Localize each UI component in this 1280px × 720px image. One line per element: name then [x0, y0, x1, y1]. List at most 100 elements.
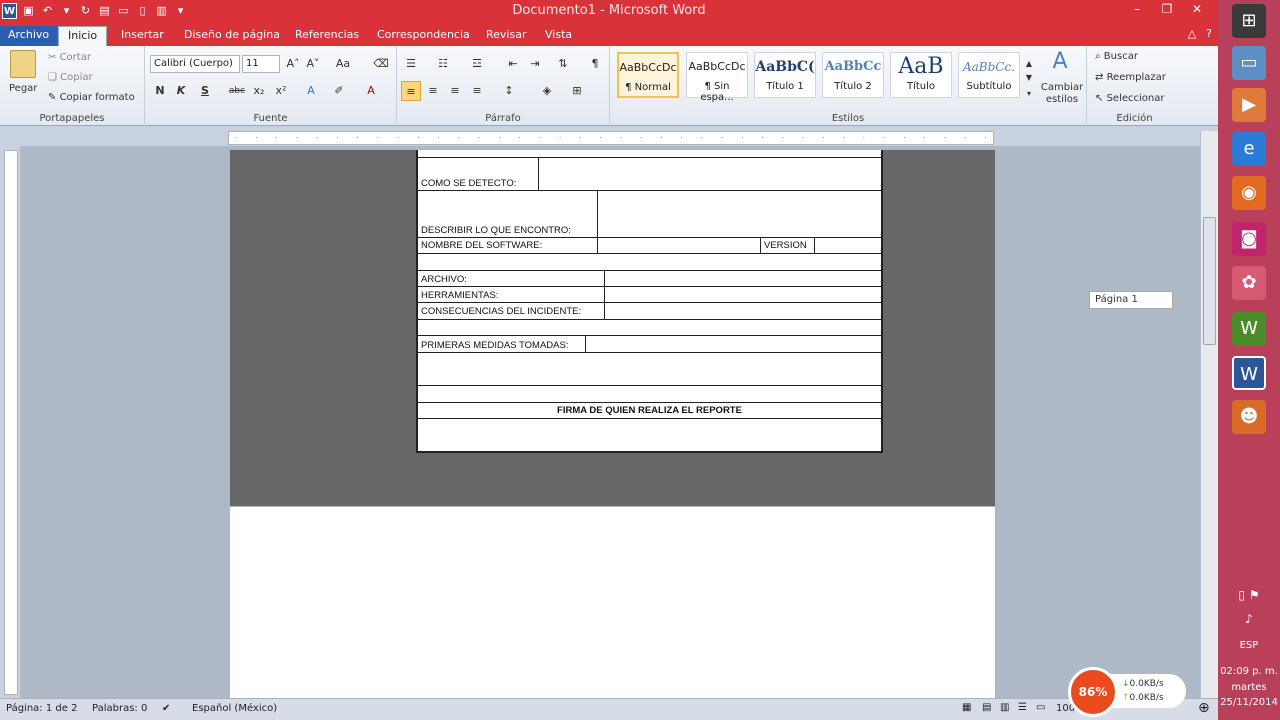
camera-app-icon[interactable]: ◙ [1232, 222, 1266, 256]
styles-more-icon[interactable]: ▾ [1022, 84, 1036, 104]
bullets-icon[interactable]: ☰ [401, 54, 421, 74]
format-painter-label: Copiar formato [59, 92, 135, 103]
tab-insertar[interactable]: Insertar [112, 26, 173, 46]
decrease-indent-icon[interactable]: ⇤ [503, 54, 523, 74]
tab-diseno-pagina[interactable]: Diseño de página [175, 26, 289, 46]
change-styles-icon[interactable]: A [1050, 51, 1070, 73]
highlight-icon[interactable]: ✐ [329, 81, 349, 101]
copy-button[interactable]: ❏ Copiar [48, 72, 93, 83]
ribbon-collapse-icon[interactable]: △ [1188, 27, 1196, 40]
page-2[interactable] [230, 507, 995, 698]
underline-button[interactable]: S [195, 81, 215, 101]
tab-inicio[interactable]: Inicio [58, 26, 108, 46]
clock-time[interactable]: 02:09 p. m. [1218, 666, 1280, 677]
font-color-icon[interactable]: A [361, 81, 381, 101]
style-subtitulo[interactable]: AaBbCc. Subtítulo [958, 52, 1020, 98]
tray-volume-icon[interactable]: ♪ [1218, 612, 1280, 626]
change-case-icon[interactable]: Aa [333, 54, 353, 74]
tab-vista[interactable]: Vista [536, 26, 581, 46]
justify-icon[interactable]: ≡ [467, 81, 487, 101]
close-icon[interactable]: ✕ [1182, 0, 1212, 20]
borders-icon[interactable]: ⊞ [567, 81, 587, 101]
wps-writer-icon[interactable]: W [1232, 312, 1266, 346]
windows-start-icon[interactable]: ⊞ [1232, 4, 1266, 38]
grow-font-icon[interactable]: A˄ [283, 54, 303, 74]
shrink-font-icon[interactable]: A˅ [303, 54, 323, 74]
italic-button[interactable]: K [171, 81, 191, 101]
draft-icon[interactable]: ▭ [1036, 702, 1045, 713]
change-styles-button[interactable]: Cambiar estilos [1040, 82, 1084, 106]
paste-icon[interactable] [10, 50, 36, 78]
firefox-icon[interactable]: ◉ [1232, 176, 1266, 210]
bold-button[interactable]: N [150, 81, 170, 101]
scrollbar-thumb[interactable] [1203, 217, 1216, 345]
strikethrough-button[interactable]: abc [227, 81, 247, 101]
superscript-icon[interactable]: x² [271, 81, 291, 101]
restore-icon[interactable]: ❐ [1152, 0, 1182, 20]
tray-icons[interactable]: ▯ ⚑ [1218, 588, 1280, 602]
style-sin-espaciado[interactable]: AaBbCcDc ¶ Sin espa... [686, 52, 748, 103]
download-speed-value: 0.0KB/s [1129, 679, 1164, 689]
replace-button[interactable]: ⇄ Reemplazar [1095, 72, 1166, 83]
game-app-icon[interactable]: ☻ [1232, 400, 1266, 434]
proofing-icon[interactable]: ✔ [162, 703, 170, 714]
align-right-icon[interactable]: ≡ [445, 81, 465, 101]
line-spacing-icon[interactable]: ↕ [499, 81, 519, 101]
shading-icon[interactable]: ◈ [537, 81, 557, 101]
memory-usage-badge[interactable]: 86% [1068, 667, 1118, 717]
font-family-select[interactable]: Calibri (Cuerpo) [150, 55, 240, 73]
word-taskbar-icon[interactable]: W [1232, 356, 1266, 390]
vertical-ruler[interactable] [4, 150, 18, 695]
text-effects-icon[interactable]: A [301, 81, 321, 101]
tab-archivo[interactable]: Archivo [0, 26, 58, 46]
upload-speed: ↑0.0KB/s [1122, 691, 1186, 705]
language-indicator[interactable]: Español (México) [192, 703, 277, 714]
outline-icon[interactable]: ☰ [1018, 702, 1027, 713]
select-label: Seleccionar [1106, 93, 1165, 104]
paste-button[interactable]: Pegar [9, 83, 37, 94]
media-player-icon[interactable]: ▶ [1232, 88, 1266, 122]
help-icon[interactable]: ? [1206, 27, 1212, 40]
web-layout-icon[interactable]: ▥ [1000, 702, 1009, 713]
style-titulo[interactable]: AaB Título [890, 52, 952, 98]
file-explorer-icon[interactable]: ▭ [1232, 46, 1266, 80]
format-painter-button[interactable]: ✎ Copiar formato [48, 92, 135, 103]
vertical-scrollbar[interactable] [1200, 131, 1218, 698]
multilevel-list-icon[interactable]: ☲ [467, 54, 487, 74]
tab-referencias[interactable]: Referencias [286, 26, 368, 46]
copy-icon: ❏ [48, 72, 61, 83]
minimize-icon[interactable]: – [1122, 0, 1152, 20]
find-button[interactable]: ⌕ Buscar [1095, 51, 1138, 62]
ruler-tick: · [761, 134, 764, 142]
internet-explorer-icon[interactable]: e [1232, 132, 1266, 166]
zoom-in-icon[interactable]: ⊕ [1198, 700, 1210, 716]
align-center-icon[interactable]: ≡ [423, 81, 443, 101]
select-button[interactable]: ↖ Seleccionar [1095, 93, 1164, 104]
firma-label: FIRMA DE QUIEN REALIZA EL REPORTE [557, 405, 742, 416]
align-left-icon[interactable]: ≡ [401, 81, 421, 101]
page-count[interactable]: Página: 1 de 2 [6, 703, 77, 714]
window-title: Documento1 - Microsoft Word [512, 3, 706, 18]
ruler-tick: · [943, 134, 946, 142]
tab-correspondencia[interactable]: Correspondencia [368, 26, 479, 46]
horizontal-ruler[interactable]: · · · · · · · · · · · · · · · · · · · · · · · · · · · · · · · · · · · · · · [228, 131, 994, 145]
cut-button[interactable]: ✂ Cortar [48, 52, 91, 63]
increase-indent-icon[interactable]: ⇥ [525, 54, 545, 74]
tab-revisar[interactable]: Revisar [477, 26, 535, 46]
font-size-select[interactable]: 11 [242, 55, 280, 73]
clear-format-icon[interactable]: ⌫ [371, 54, 391, 74]
sort-icon[interactable]: ⇅ [553, 54, 573, 74]
full-screen-icon[interactable]: ▤ [982, 702, 991, 713]
input-language[interactable]: ESP [1218, 640, 1280, 651]
paint-app-icon[interactable]: ✿ [1232, 266, 1266, 300]
pilcrow-icon[interactable]: ¶ [585, 54, 605, 74]
style-normal[interactable]: AaBbCcDc ¶ Normal [617, 52, 679, 98]
upload-speed-value: 0.0KB/s [1129, 693, 1164, 703]
print-layout-icon[interactable]: ▦ [962, 702, 971, 713]
numbering-icon[interactable]: ☷ [433, 54, 453, 74]
style-titulo-1[interactable]: AaBbC( Título 1 [754, 52, 816, 98]
style-titulo-2[interactable]: AaBbCc Título 2 [822, 52, 884, 98]
paragraph-group-label: Párrafo [485, 113, 521, 124]
subscript-icon[interactable]: x₂ [249, 81, 269, 101]
word-count[interactable]: Palabras: 0 [92, 703, 147, 714]
